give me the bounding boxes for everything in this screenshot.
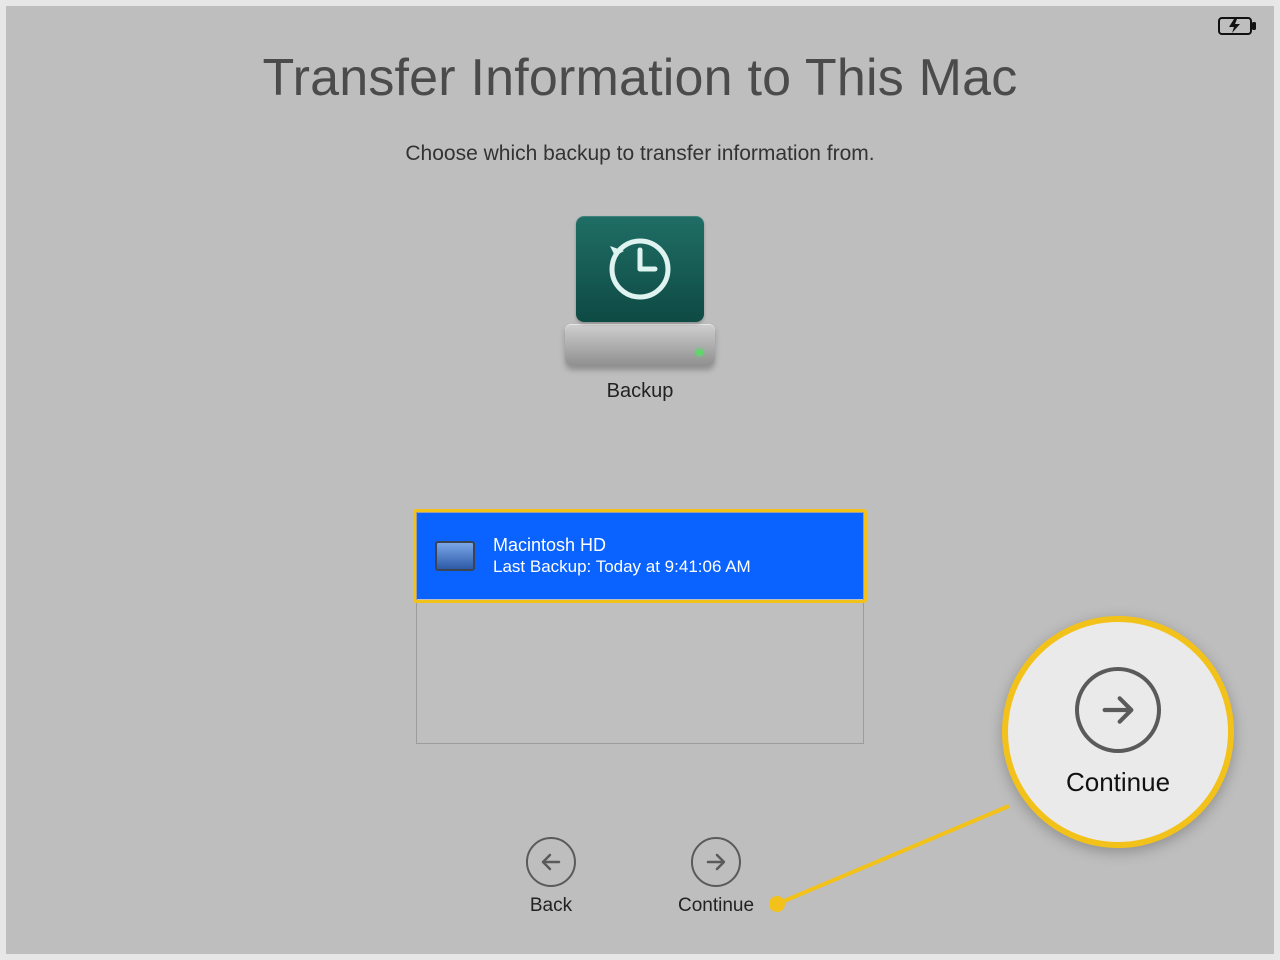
- backup-drive-label: Backup: [572, 380, 708, 403]
- continue-callout: Continue: [1002, 616, 1234, 848]
- continue-button[interactable]: Continue: [672, 836, 760, 918]
- back-button[interactable]: Back: [520, 836, 582, 918]
- arrow-left-icon: [526, 837, 576, 887]
- macbook-icon: [435, 541, 475, 571]
- backup-drive[interactable]: Backup: [572, 216, 708, 403]
- backup-item-name: Macintosh HD: [493, 534, 751, 556]
- backup-list-item[interactable]: Macintosh HD Last Backup: Today at 9:41:…: [417, 513, 863, 599]
- backup-item-meta: Last Backup: Today at 9:41:06 AM: [493, 556, 751, 578]
- page-subtitle: Choose which backup to transfer informat…: [6, 142, 1274, 166]
- back-button-label: Back: [530, 895, 572, 917]
- backup-item-text: Macintosh HD Last Backup: Today at 9:41:…: [493, 534, 751, 578]
- time-machine-drive-icon: [572, 216, 708, 366]
- arrow-right-icon: [691, 837, 741, 887]
- continue-callout-label: Continue: [1066, 767, 1170, 798]
- bottom-nav: Back Continue: [520, 836, 760, 918]
- battery-charging-icon: [1218, 16, 1258, 41]
- arrow-right-icon: [1075, 667, 1161, 753]
- setup-assistant-screen: Transfer Information to This Mac Choose …: [0, 0, 1280, 960]
- continue-button-label: Continue: [678, 895, 754, 917]
- page-title: Transfer Information to This Mac: [6, 48, 1274, 108]
- backup-list: Macintosh HD Last Backup: Today at 9:41:…: [416, 512, 864, 744]
- annotation-leader-line: [769, 798, 1069, 958]
